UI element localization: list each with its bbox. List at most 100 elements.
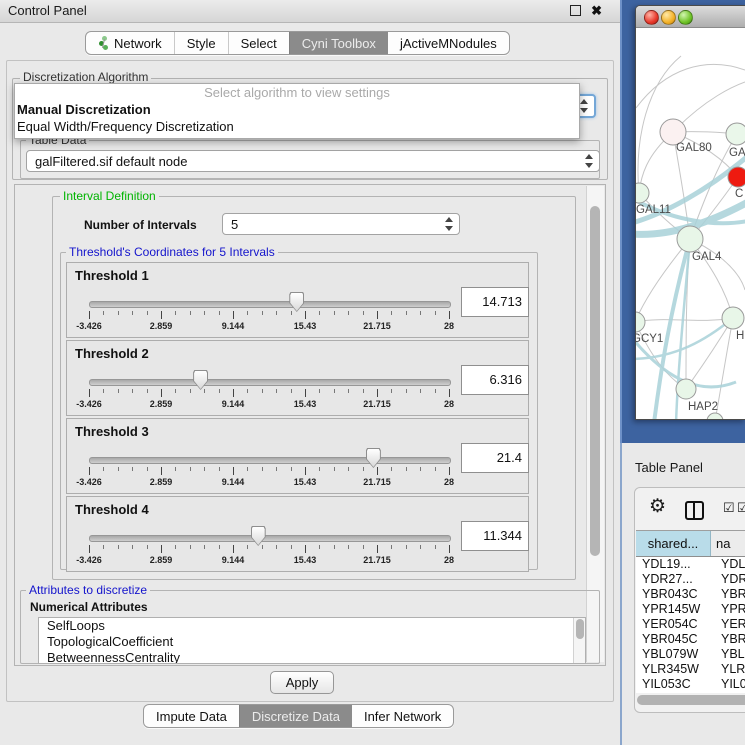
tick-mark [291, 389, 292, 393]
network-node[interactable] [636, 183, 649, 203]
combobox-stepper-icon[interactable] [444, 216, 453, 232]
slider-thumb[interactable] [251, 526, 266, 546]
split-view-icon[interactable] [685, 501, 704, 520]
tab-style[interactable]: Style [174, 32, 228, 54]
tick-mark [219, 311, 220, 315]
threshold-value-field[interactable]: 6.316 [461, 365, 529, 395]
tick-mark [233, 467, 234, 475]
network-window-titlebar[interactable] [636, 6, 745, 28]
table-cell: YDL19... [636, 557, 716, 572]
algorithm-option[interactable]: Equal Width/Frequency Discretization [15, 118, 579, 135]
algorithm-option[interactable]: Manual Discretization [15, 101, 579, 118]
network-node[interactable] [726, 123, 745, 145]
tab-infer-network[interactable]: Infer Network [352, 705, 453, 727]
close-icon[interactable]: ✖ [591, 4, 602, 17]
attribute-list-item[interactable]: SelfLoops [39, 618, 585, 634]
node-label: GAL4 [692, 251, 722, 263]
threshold-label: Threshold 1 [75, 268, 149, 283]
table-data-combobox[interactable]: galFiltered.sif default node [26, 150, 600, 172]
node-label: GA [729, 147, 745, 159]
combobox-stepper-icon[interactable] [579, 98, 588, 114]
slider-thumb[interactable] [289, 292, 304, 312]
table-row[interactable]: YDR27...YDR2 [636, 572, 745, 587]
network-canvas[interactable]: GAL80GACGAL11GAL4GCY1HHAP2 [636, 28, 745, 419]
network-node[interactable] [676, 379, 696, 399]
tab-network[interactable]: Network [86, 32, 174, 54]
zoom-window-icon[interactable] [678, 10, 693, 25]
tick-mark [420, 545, 421, 549]
tab-jactivemnodules[interactable]: jActiveMNodules [388, 32, 509, 54]
threshold-value-field[interactable]: 21.4 [461, 443, 529, 473]
table-row[interactable]: YER054CYER0 [636, 617, 745, 632]
numerical-attributes-list[interactable]: SelfLoopsTopologicalCoefficientBetweenne… [38, 617, 586, 664]
minimize-window-icon[interactable] [661, 10, 676, 25]
tick-mark [219, 389, 220, 393]
tab-discretize-data[interactable]: Discretize Data [239, 705, 352, 727]
cyni-mode-tabbar: Impute Data Discretize Data Infer Network [143, 704, 454, 728]
slider-thumb-face [194, 371, 207, 389]
tick-label: 15.43 [294, 321, 317, 331]
network-view-window[interactable]: GAL80GACGAL11GAL4GCY1HHAP2 [635, 5, 745, 420]
table-row[interactable]: YLR345WYLR3 [636, 662, 745, 677]
tab-select[interactable]: Select [228, 32, 289, 54]
table-row[interactable]: YBR043CYBR0 [636, 587, 745, 602]
tick-mark [118, 311, 119, 315]
checkbox-icon[interactable]: ☑ [737, 501, 745, 515]
table-row[interactable]: YBL079WYBL0 [636, 647, 745, 662]
node-label: H [736, 330, 744, 342]
network-node[interactable] [722, 307, 744, 329]
tick-mark [449, 389, 450, 397]
table-column-header[interactable]: na [711, 531, 745, 556]
slider-track[interactable] [89, 535, 451, 542]
table-cell: YBL079W [636, 647, 716, 662]
scrollbar-thumb[interactable] [590, 206, 600, 556]
attribute-list-item[interactable]: BetweennessCentrality [39, 650, 585, 664]
slider-thumb[interactable] [366, 448, 381, 468]
network-node[interactable] [636, 312, 645, 332]
float-window-icon[interactable] [570, 5, 581, 16]
tick-mark [305, 467, 306, 475]
slider-thumb[interactable] [193, 370, 208, 390]
table-row[interactable]: YPR145WYPR1 [636, 602, 745, 617]
attribute-list-item[interactable]: TopologicalCoefficient [39, 634, 585, 650]
tick-mark [449, 545, 450, 553]
gear-icon[interactable]: ⚙ [649, 497, 666, 517]
tick-label: 9.144 [222, 555, 245, 565]
control-panel-tabbar: NetworkStyleSelectCyni ToolboxjActiveMNo… [85, 31, 510, 55]
scrollbar-thumb[interactable] [637, 695, 745, 705]
network-node[interactable] [707, 413, 723, 419]
slider-track[interactable] [89, 301, 451, 308]
slider-track[interactable] [89, 379, 451, 386]
tick-mark [348, 545, 349, 549]
tab-cyni-toolbox[interactable]: Cyni Toolbox [289, 32, 388, 54]
tick-label: 28 [444, 399, 454, 409]
combobox-stepper-icon[interactable] [584, 153, 593, 169]
tab-impute-data[interactable]: Impute Data [144, 705, 239, 727]
number-of-intervals-combobox[interactable]: 5 [222, 213, 460, 235]
tick-mark [118, 467, 119, 471]
tick-label: 9.144 [222, 477, 245, 487]
tick-mark [89, 467, 90, 475]
scrollbar-thumb[interactable] [576, 619, 584, 639]
tick-label: 28 [444, 477, 454, 487]
network-node[interactable] [728, 167, 745, 187]
table-row[interactable]: YIL053CYIL0 [636, 677, 745, 692]
threshold-value-field[interactable]: 14.713 [461, 287, 529, 317]
table-column-header[interactable]: shared... [636, 531, 711, 556]
threshold-panel: Threshold 2-3.4262.8599.14415.4321.71528… [66, 340, 529, 416]
tab-label: Discretize Data [252, 709, 340, 724]
close-window-icon[interactable] [644, 10, 659, 25]
attributes-scrollbar[interactable] [573, 618, 585, 663]
table-horizontal-scrollbar[interactable] [637, 695, 745, 705]
table-row[interactable]: YBR045CYBR0 [636, 632, 745, 647]
control-panel-title: Control Panel [8, 3, 87, 18]
network-node[interactable] [677, 226, 703, 252]
table-row[interactable]: YDL19...YDL1 [636, 557, 745, 572]
tick-mark [175, 389, 176, 393]
checkbox-icon[interactable]: ☑ [723, 501, 735, 515]
threshold-value-field[interactable]: 11.344 [461, 521, 529, 551]
tick-label: 21.715 [363, 477, 391, 487]
tick-mark [377, 311, 378, 319]
slider-track[interactable] [89, 457, 451, 464]
apply-button[interactable]: Apply [270, 671, 334, 694]
